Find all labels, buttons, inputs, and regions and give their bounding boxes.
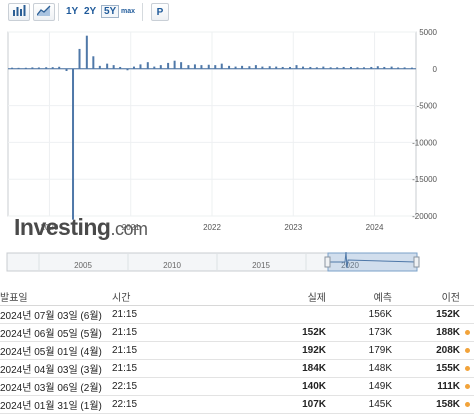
row-date: 2024년 07월 03일 (6월): [0, 305, 112, 324]
chart-bar: [167, 62, 170, 69]
range-1y-button[interactable]: 1Y: [66, 6, 78, 17]
navigator-left-handle[interactable]: [324, 256, 331, 268]
table-row: 2024년 07월 03일 (6월) 21:15 156K 152K: [0, 305, 474, 324]
row-forecast: 149K: [326, 377, 392, 396]
y-tick-label: -5000: [417, 102, 438, 111]
chart-bar: [78, 48, 81, 69]
row-actual: 152K: [252, 323, 326, 342]
row-time: 21:15: [112, 323, 252, 342]
chart-bar: [295, 65, 298, 69]
chart-bar: [92, 56, 95, 69]
line-chart-icon: [36, 3, 51, 21]
row-time: 21:15: [112, 305, 252, 324]
chart-bar: [200, 65, 203, 69]
row-date: 2024년 03월 06일 (2월): [0, 377, 112, 396]
revised-indicator-icon[interactable]: [464, 384, 470, 389]
toolbar-divider: [58, 3, 59, 21]
row-actual: 184K: [252, 359, 326, 378]
revised-indicator-icon[interactable]: [464, 366, 470, 371]
x-tick-label: 2024: [366, 223, 384, 232]
chart-bar: [180, 62, 183, 69]
line-chart-button[interactable]: [33, 3, 55, 21]
chart-bar: [207, 64, 210, 69]
range-2y-button[interactable]: 2Y: [84, 6, 96, 17]
row-date: 2024년 04월 03일 (3월): [0, 359, 112, 378]
chart-bar: [139, 64, 142, 69]
table-row: 2024년 06월 05일 (5월) 21:15 152K 173K 188K: [0, 323, 474, 342]
row-date: 2024년 05월 01일 (4월): [0, 341, 112, 360]
chart-bar: [112, 65, 115, 69]
bar-chart-icon: [12, 3, 26, 21]
navigator-year-label: 2015: [252, 261, 270, 270]
chart-toolbar: 1Y 2Y 5Y max P: [0, 0, 474, 26]
navigator-chart[interactable]: 2005201020152020: [0, 248, 474, 274]
range-5y-button[interactable]: 5Y: [101, 5, 120, 18]
chart-bar: [220, 63, 223, 69]
x-tick-label: 2023: [284, 223, 302, 232]
row-forecast: 156K: [326, 305, 392, 324]
y-tick-label: 5000: [419, 28, 437, 37]
row-time: 21:15: [112, 341, 252, 360]
chart-bar: [193, 64, 196, 69]
revised-indicator-icon[interactable]: [464, 330, 470, 335]
row-forecast: 148K: [326, 359, 392, 378]
row-actual: [252, 305, 326, 324]
chart-bar: [85, 35, 88, 69]
header-spacer: [460, 287, 474, 306]
chart-bar: [214, 65, 217, 69]
chart-area: 5000 0 -5000 -10000 -15000 -20000 2020 2021 2022…: [0, 26, 474, 246]
row-actual: 192K: [252, 341, 326, 360]
row-revised-cell: [460, 341, 474, 360]
chart-bar: [72, 68, 75, 220]
header-previous: 이전: [392, 287, 460, 306]
bar-chart: 50000-5000-10000-15000-200002020 2021 2022…: [7, 28, 438, 232]
row-forecast: 173K: [326, 323, 392, 342]
navigator-year-label: 2010: [163, 261, 181, 270]
toolbar-divider: [142, 3, 143, 21]
table-body: 2024년 07월 03일 (6월) 21:15 156K 152K 2024년 06월…: [0, 305, 474, 414]
release-history-table: 발표일 시간 실제 예측 이전 2024년 07월 03일 (6월) 21:15 1…: [0, 287, 474, 414]
table-row: 2024년 03월 06일 (2월) 22:15 140K 149K 111K: [0, 377, 474, 396]
table-header-row: 발표일 시간 실제 예측 이전: [0, 287, 474, 306]
y-tick-label: -10000: [412, 138, 437, 147]
print-button[interactable]: P: [151, 3, 169, 21]
row-time: 21:15: [112, 359, 252, 378]
row-time: 22:15: [112, 377, 252, 396]
row-previous: 155K: [392, 359, 460, 378]
chart-bar: [173, 60, 176, 69]
chart-bar: [254, 65, 257, 69]
revised-indicator-icon[interactable]: [464, 348, 470, 353]
chart-bar: [159, 65, 162, 69]
row-previous: 188K: [392, 323, 460, 342]
header-actual: 실제: [252, 287, 326, 306]
row-previous: 208K: [392, 341, 460, 360]
bar-chart-button[interactable]: [8, 3, 30, 21]
y-tick-label: -20000: [412, 212, 437, 221]
row-date: 2024년 06월 05일 (5월): [0, 323, 112, 342]
range-navigator[interactable]: 2005201020152020: [0, 248, 474, 274]
table-row: 2024년 05월 01일 (4월) 21:15 192K 179K 208K: [0, 341, 474, 360]
navigator-year-label: 2005: [74, 261, 92, 270]
row-revised-cell: [460, 377, 474, 396]
row-revised-cell: [460, 359, 474, 378]
y-tick-label: -15000: [412, 175, 437, 184]
navigator-right-handle[interactable]: [413, 256, 420, 268]
row-actual: 140K: [252, 377, 326, 396]
range-max-button[interactable]: max: [121, 8, 135, 15]
row-revised-cell: [460, 323, 474, 342]
x-tick-label: 2022: [203, 223, 221, 232]
chart-bar: [146, 62, 149, 69]
table-row: 2024년 04월 03일 (3월) 21:15 184K 148K 155K: [0, 359, 474, 378]
chart-bar: [106, 63, 109, 69]
header-date[interactable]: 발표일: [0, 287, 112, 306]
header-forecast: 예측: [326, 287, 392, 306]
row-forecast: 179K: [326, 341, 392, 360]
y-tick-label: 0: [433, 65, 438, 74]
header-time: 시간: [112, 287, 252, 306]
row-previous: 152K: [392, 305, 460, 324]
investing-logo: Investing.com: [14, 214, 148, 240]
row-previous: 111K: [392, 377, 460, 396]
chart-bar: [187, 65, 190, 69]
row-revised-cell: [460, 305, 474, 324]
